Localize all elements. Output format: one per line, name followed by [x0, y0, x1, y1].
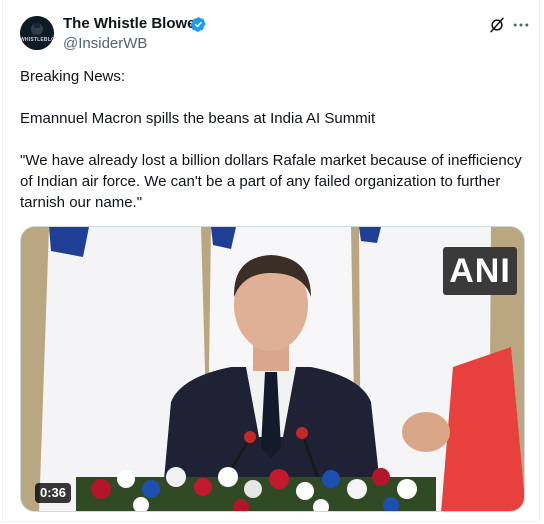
- author-avatar[interactable]: WHISTLEBLOWER: [20, 16, 54, 50]
- tweet-video[interactable]: ANI 0:36: [20, 226, 525, 512]
- avatar-image: [20, 16, 54, 50]
- avatar-text: WHISTLEBLOWER: [20, 37, 54, 43]
- video-duration-badge: 0:36: [35, 483, 72, 503]
- author-name[interactable]: The Whistle Blower: [63, 15, 201, 32]
- tweet-line-quote: "We have already lost a billion dollars …: [20, 152, 522, 211]
- more-options-icon[interactable]: [511, 15, 531, 35]
- tweet-line-headline: Emannuel Macron spills the beans at Indi…: [20, 110, 376, 127]
- tweet-card[interactable]: WHISTLEBLOWER The Whistle Blower @Inside…: [2, 0, 540, 522]
- verified-badge-icon: [190, 17, 206, 32]
- ani-watermark: ANI: [443, 247, 517, 295]
- author-handle[interactable]: @InsiderWB: [63, 35, 147, 52]
- grok-icon[interactable]: [488, 16, 506, 34]
- tweet-line-heading: Breaking News:: [20, 68, 126, 85]
- tweet-text: Breaking News: Emannuel Macron spills th…: [20, 66, 525, 213]
